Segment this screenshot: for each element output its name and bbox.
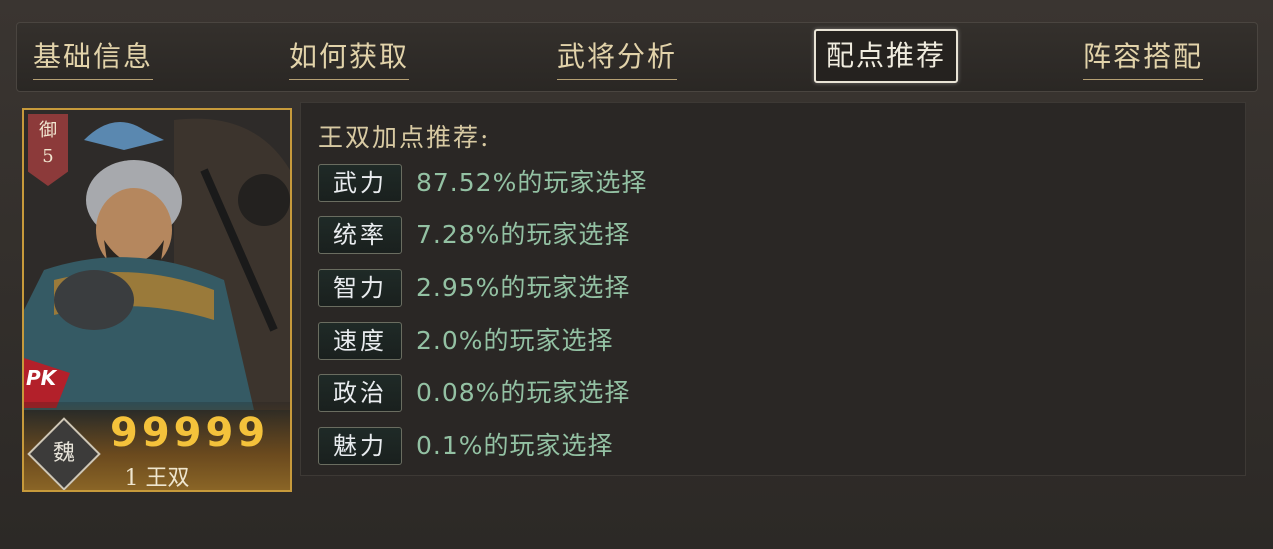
tab-basic-info[interactable]: 基础信息	[33, 35, 154, 80]
stat-label: 政治	[318, 374, 402, 412]
stat-percentage: 0.1%的玩家选择	[416, 431, 614, 460]
stat-label: 智力	[318, 269, 402, 307]
hero-name: 1 王双	[124, 466, 190, 491]
stat-label: 武力	[318, 164, 402, 202]
tab-lineup[interactable]: 阵容搭配	[1083, 35, 1204, 80]
rank-char: 御	[39, 120, 57, 141]
stat-percentage: 0.08%的玩家选择	[416, 378, 631, 407]
hero-card[interactable]: 御 5 PK 魏 99999 1 王双	[22, 108, 292, 492]
stat-label: 速度	[318, 322, 402, 360]
star-rating: 99999	[110, 410, 270, 456]
recommendation-title: 王双加点推荐:	[318, 123, 491, 152]
rank-tag: 御 5	[28, 114, 68, 186]
tab-stat-recommendation[interactable]: 配点推荐	[814, 29, 959, 83]
tab-hero-analysis[interactable]: 武将分析	[557, 35, 678, 80]
tab-how-to-obtain[interactable]: 如何获取	[289, 35, 410, 80]
stat-label: 魅力	[318, 427, 402, 465]
stat-label: 统率	[318, 216, 402, 254]
stat-percentage: 7.28%的玩家选择	[416, 220, 631, 249]
stat-percentage: 2.0%的玩家选择	[416, 326, 614, 355]
rank-number: 5	[42, 146, 54, 167]
tab-bar: 基础信息 如何获取 武将分析 配点推荐 阵容搭配	[16, 22, 1258, 92]
stat-percentage: 2.95%的玩家选择	[416, 273, 631, 302]
stat-percentage: 87.52%的玩家选择	[416, 168, 648, 197]
